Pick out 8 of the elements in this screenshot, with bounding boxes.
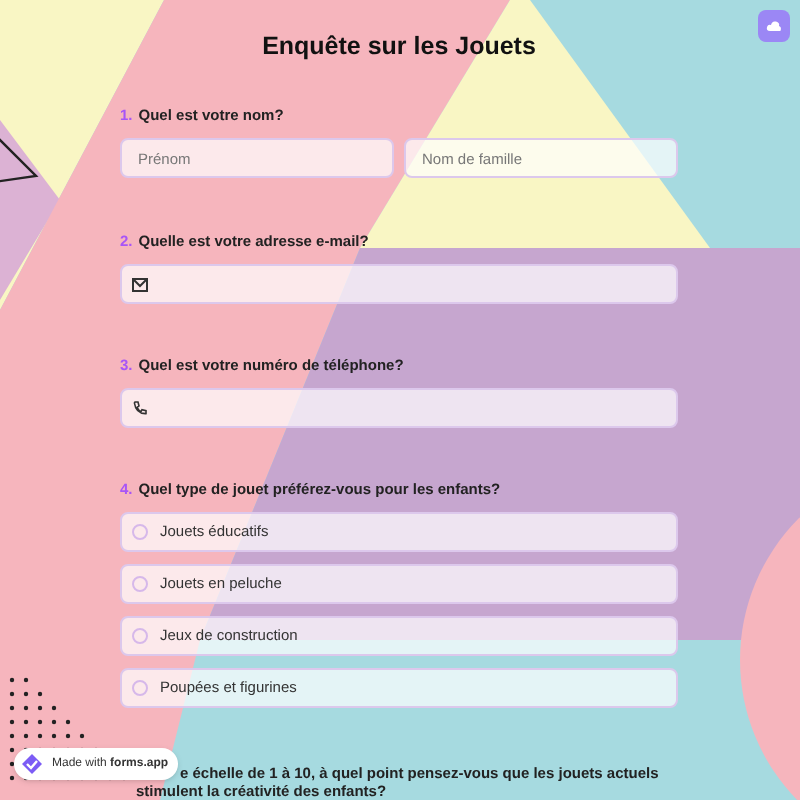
upload-button[interactable]	[758, 10, 790, 42]
form-title: Enquête sur les Jouets	[260, 30, 538, 62]
email-field[interactable]	[120, 264, 678, 304]
logo-icon	[20, 752, 44, 776]
cloud-icon	[766, 20, 782, 32]
mail-icon	[132, 277, 148, 291]
phone-icon	[132, 400, 148, 416]
phone-field[interactable]	[120, 388, 678, 428]
